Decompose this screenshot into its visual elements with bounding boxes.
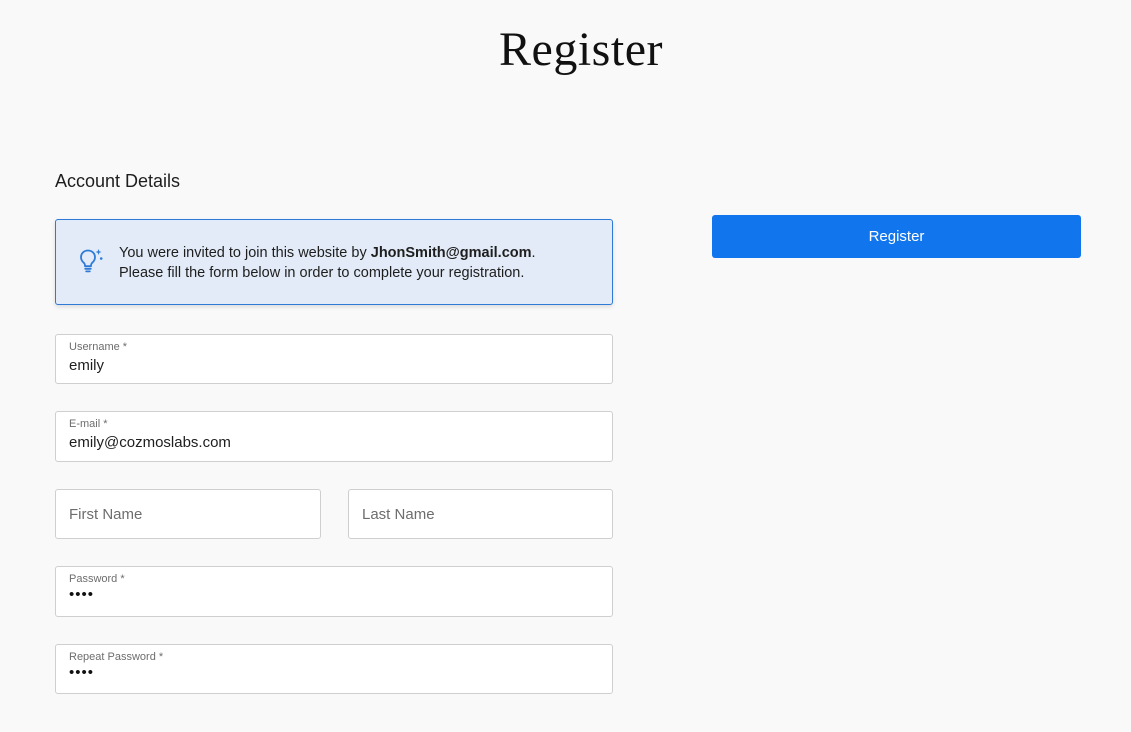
- password-input[interactable]: ••••: [69, 586, 94, 603]
- invitation-notice: You were invited to join this website by…: [55, 219, 613, 305]
- last-name-input[interactable]: Last Name: [362, 506, 435, 523]
- invitation-suffix: .: [531, 245, 536, 261]
- email-field[interactable]: E-mail * emily@cozmoslabs.com: [55, 411, 613, 462]
- first-name-field[interactable]: First Name: [55, 489, 321, 539]
- invitation-line-2: Please fill the form below in order to c…: [119, 265, 525, 281]
- username-field[interactable]: Username * emily: [55, 334, 613, 384]
- username-label: Username *: [69, 341, 128, 353]
- page-title: Register: [499, 23, 663, 76]
- register-page: Register Account Details You were invite…: [0, 0, 1131, 732]
- first-name-input[interactable]: First Name: [69, 506, 142, 523]
- password-label: Password *: [69, 573, 125, 585]
- email-input[interactable]: emily@cozmoslabs.com: [69, 434, 231, 451]
- register-button[interactable]: Register: [712, 215, 1081, 258]
- invitation-line-1: You were invited to join this website by…: [119, 243, 536, 263]
- email-label: E-mail *: [69, 418, 108, 430]
- last-name-field[interactable]: Last Name: [348, 489, 613, 539]
- section-heading: Account Details: [55, 171, 181, 191]
- inviter-email: JhonSmith@gmail.com: [370, 245, 532, 261]
- repeat-password-field[interactable]: Repeat Password * ••••: [55, 644, 613, 694]
- repeat-password-input[interactable]: ••••: [69, 664, 94, 681]
- lightbulb-sparkle-icon: [78, 247, 104, 275]
- repeat-password-label: Repeat Password *: [69, 651, 164, 663]
- password-field[interactable]: Password * ••••: [55, 566, 613, 617]
- invitation-prefix: You were invited to join this website by: [119, 245, 371, 261]
- invitation-message: You were invited to join this website by…: [119, 243, 536, 283]
- username-input[interactable]: emily: [69, 357, 104, 374]
